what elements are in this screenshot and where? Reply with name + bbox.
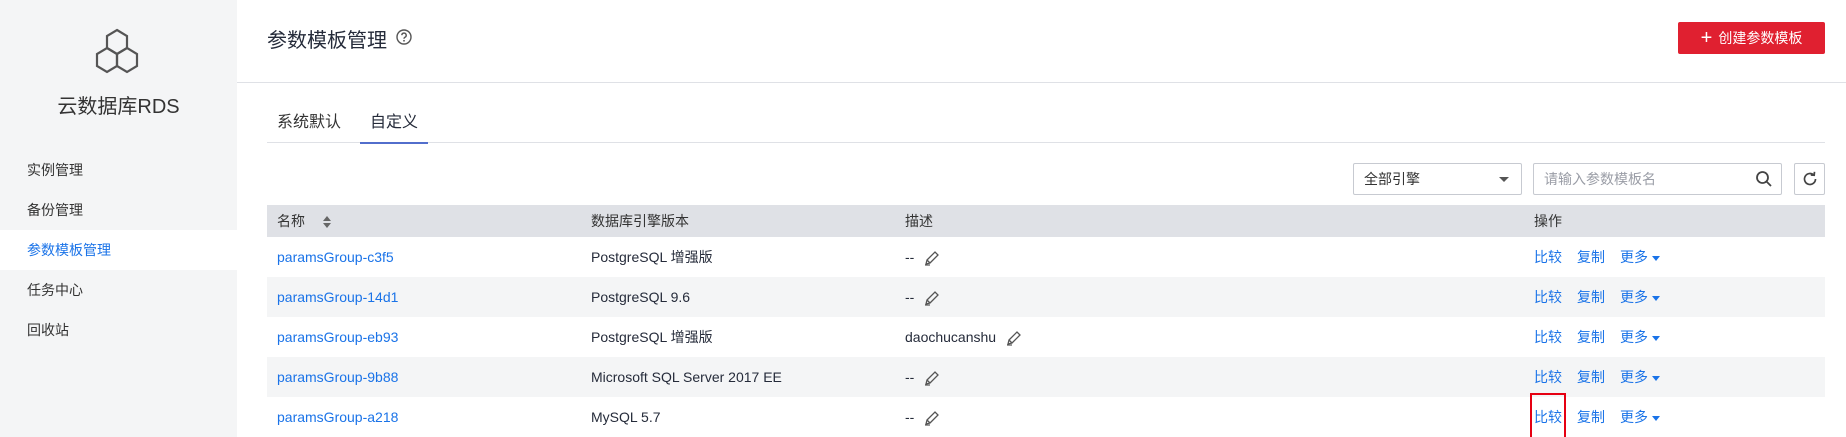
parameter-template-table: 名称 数据库引擎版本 描述 操作 paramsGroup-c3f5 Postgr… xyxy=(267,205,1825,437)
tab-custom[interactable]: 自定义 xyxy=(360,111,429,144)
chevron-down-icon xyxy=(1499,177,1509,182)
chevron-down-icon xyxy=(1652,415,1660,421)
engine-select[interactable]: 全部引擎 xyxy=(1353,163,1522,195)
edit-icon[interactable] xyxy=(924,370,940,386)
sidebar: 云数据库RDS 实例管理 备份管理 参数模板管理 任务中心 回收站 xyxy=(0,0,237,437)
sidebar-item-task-center[interactable]: 任务中心 xyxy=(0,270,237,310)
create-parameter-template-button[interactable]: + 创建参数模板 xyxy=(1678,22,1825,54)
compare-link-highlighted[interactable]: 比较 xyxy=(1530,393,1566,437)
description: -- xyxy=(905,249,915,265)
engine-version: PostgreSQL 增强版 xyxy=(591,249,713,265)
sidebar-item-recycle-bin[interactable]: 回收站 xyxy=(0,310,237,350)
more-dropdown[interactable]: 更多 xyxy=(1620,397,1660,437)
sidebar-nav: 实例管理 备份管理 参数模板管理 任务中心 回收站 xyxy=(0,150,237,350)
more-label: 更多 xyxy=(1620,409,1648,425)
compare-link[interactable]: 比较 xyxy=(1534,277,1562,317)
table-row: paramsGroup-c3f5 PostgreSQL 增强版 -- 比较 复制… xyxy=(267,237,1825,277)
page-header: 参数模板管理 + 创建参数模板 xyxy=(237,0,1846,83)
search-input[interactable] xyxy=(1534,164,1744,194)
description: -- xyxy=(905,289,915,305)
copy-link[interactable]: 复制 xyxy=(1577,317,1605,357)
table-row: paramsGroup-a218 MySQL 5.7 -- 比较 复制 更多 xyxy=(267,393,1825,437)
engine-version: MySQL 5.7 xyxy=(591,409,661,425)
template-name-link[interactable]: paramsGroup-9b88 xyxy=(277,369,398,385)
more-dropdown[interactable]: 更多 xyxy=(1620,277,1660,317)
chevron-down-icon xyxy=(1652,375,1660,381)
refresh-button[interactable] xyxy=(1794,163,1825,195)
column-header-name[interactable]: 名称 xyxy=(267,205,581,237)
chevron-down-icon xyxy=(1652,295,1660,301)
rds-logo-icon xyxy=(95,28,139,74)
sort-icon[interactable] xyxy=(322,216,331,229)
column-header-description: 描述 xyxy=(905,213,933,229)
search-box xyxy=(1533,163,1782,195)
more-dropdown[interactable]: 更多 xyxy=(1620,237,1660,277)
refresh-icon xyxy=(1803,171,1816,186)
column-header-engine: 数据库引擎版本 xyxy=(591,213,689,229)
engine-version: PostgreSQL 增强版 xyxy=(591,329,713,345)
description: -- xyxy=(905,409,915,425)
more-dropdown[interactable]: 更多 xyxy=(1620,357,1660,397)
sidebar-item-backups[interactable]: 备份管理 xyxy=(0,190,237,230)
template-name-link[interactable]: paramsGroup-c3f5 xyxy=(277,249,394,265)
copy-link[interactable]: 复制 xyxy=(1577,357,1605,397)
edit-icon[interactable] xyxy=(924,290,940,306)
table-row: paramsGroup-eb93 PostgreSQL 增强版 daochuca… xyxy=(267,317,1825,357)
chevron-down-icon xyxy=(1652,255,1660,261)
compare-link[interactable]: 比较 xyxy=(1534,317,1562,357)
description: -- xyxy=(905,369,915,385)
column-header-name-label: 名称 xyxy=(277,213,305,229)
edit-icon[interactable] xyxy=(924,410,940,426)
edit-icon[interactable] xyxy=(1006,330,1022,346)
table-row: paramsGroup-14d1 PostgreSQL 9.6 -- 比较 复制… xyxy=(267,277,1825,317)
copy-link[interactable]: 复制 xyxy=(1577,237,1605,277)
search-icon[interactable] xyxy=(1755,170,1773,188)
template-name-link[interactable]: paramsGroup-eb93 xyxy=(277,329,398,345)
help-icon[interactable] xyxy=(396,29,412,45)
engine-version: PostgreSQL 9.6 xyxy=(591,289,691,305)
create-button-label: 创建参数模板 xyxy=(1718,30,1803,46)
column-header-actions: 操作 xyxy=(1534,213,1562,229)
more-label: 更多 xyxy=(1620,329,1648,345)
more-label: 更多 xyxy=(1620,369,1648,385)
more-label: 更多 xyxy=(1620,289,1648,305)
plus-icon: + xyxy=(1700,27,1713,49)
table-header: 名称 数据库引擎版本 描述 操作 xyxy=(267,205,1825,237)
sidebar-item-parameter-templates[interactable]: 参数模板管理 xyxy=(0,230,237,270)
sidebar-item-instances[interactable]: 实例管理 xyxy=(0,150,237,190)
template-name-link[interactable]: paramsGroup-14d1 xyxy=(277,289,398,305)
page-title: 参数模板管理 xyxy=(267,30,387,52)
copy-link[interactable]: 复制 xyxy=(1577,277,1605,317)
edit-icon[interactable] xyxy=(924,250,940,266)
rds-console: 云数据库RDS 实例管理 备份管理 参数模板管理 任务中心 回收站 参数模板管理… xyxy=(0,0,1846,437)
table-row: paramsGroup-9b88 Microsoft SQL Server 20… xyxy=(267,357,1825,397)
compare-link[interactable]: 比较 xyxy=(1534,357,1562,397)
compare-link[interactable]: 比较 xyxy=(1534,237,1562,277)
description: daochucanshu xyxy=(905,329,997,345)
more-dropdown[interactable]: 更多 xyxy=(1620,317,1660,357)
template-name-link[interactable]: paramsGroup-a218 xyxy=(277,409,398,425)
tab-system-default[interactable]: 系统默认 xyxy=(267,111,351,143)
engine-select-value: 全部引擎 xyxy=(1364,171,1420,187)
engine-version: Microsoft SQL Server 2017 EE xyxy=(591,369,782,385)
copy-link[interactable]: 复制 xyxy=(1577,397,1605,437)
service-title: 云数据库RDS xyxy=(57,96,180,118)
chevron-down-icon xyxy=(1652,335,1660,341)
tab-bar: 系统默认 自定义 xyxy=(267,111,1825,144)
more-label: 更多 xyxy=(1620,249,1648,265)
